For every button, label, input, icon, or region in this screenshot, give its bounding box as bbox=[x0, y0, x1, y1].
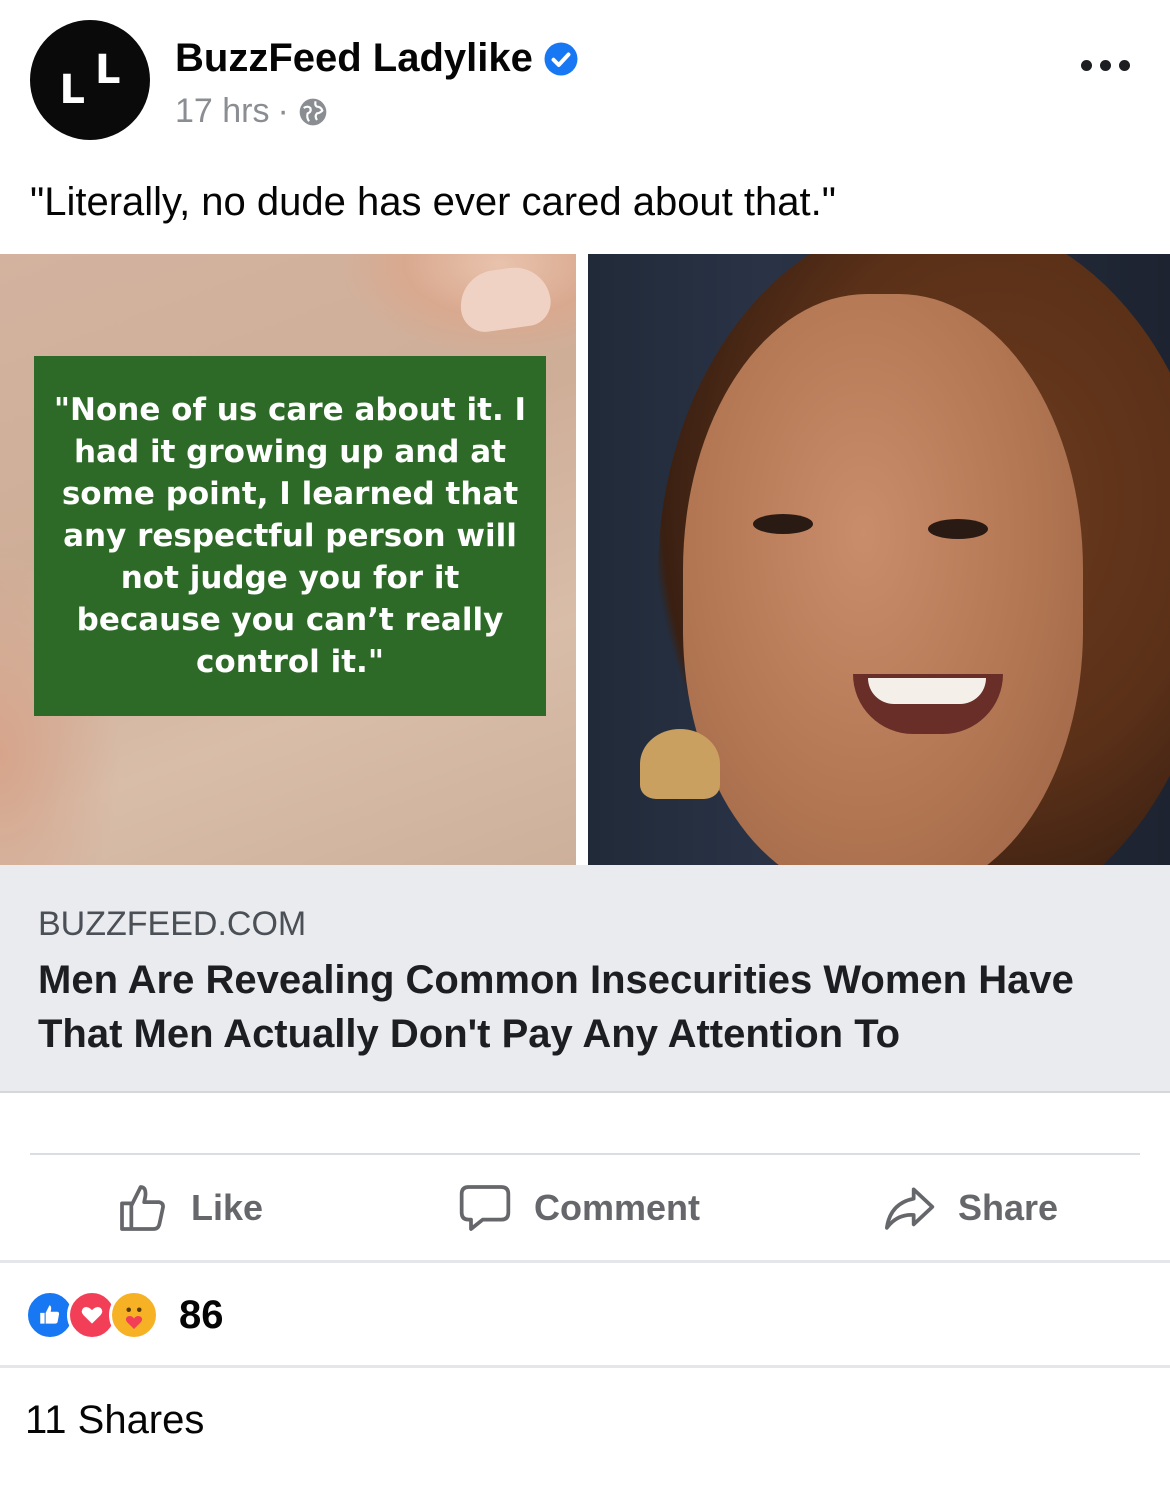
link-domain: BUZZFEED.COM bbox=[38, 905, 307, 943]
face bbox=[683, 294, 1083, 865]
more-options-icon[interactable] bbox=[1081, 60, 1130, 71]
earring bbox=[640, 729, 720, 799]
eye bbox=[753, 514, 813, 534]
comment-bubble-icon bbox=[459, 1185, 511, 1231]
share-label: Share bbox=[958, 1187, 1059, 1228]
quote-text: "None of us care about it. I had it grow… bbox=[53, 392, 527, 680]
image-divider bbox=[576, 254, 588, 865]
comment-button[interactable]: Comment bbox=[456, 1180, 700, 1236]
dot bbox=[1119, 60, 1130, 71]
care-reaction-icon bbox=[109, 1290, 159, 1340]
divider bbox=[0, 1260, 1170, 1263]
post-meta: 17 hrs · bbox=[175, 92, 329, 131]
eye bbox=[928, 519, 988, 539]
page-avatar[interactable]: L L bbox=[30, 20, 150, 140]
post-time[interactable]: 17 hrs bbox=[175, 92, 270, 131]
comment-label: Comment bbox=[534, 1187, 701, 1228]
dot bbox=[1100, 60, 1111, 71]
reaction-count: 86 bbox=[179, 1292, 224, 1337]
page-name-row: BuzzFeed Ladylike bbox=[175, 36, 579, 81]
globe-icon bbox=[299, 98, 327, 125]
teeth bbox=[868, 678, 986, 704]
dot bbox=[1081, 60, 1092, 71]
page-name[interactable]: BuzzFeed Ladylike bbox=[175, 36, 533, 81]
avatar-letter: L bbox=[59, 67, 86, 113]
woman-portrait bbox=[588, 254, 1170, 865]
post-caption: "Literally, no dude has ever cared about… bbox=[30, 180, 836, 224]
share-button[interactable]: Share bbox=[880, 1180, 1058, 1236]
divider bbox=[0, 1365, 1170, 1368]
verified-badge-icon bbox=[544, 42, 578, 75]
quote-overlay: "None of us care about it. I had it grow… bbox=[34, 356, 546, 716]
fingernail bbox=[456, 263, 554, 335]
link-title: Men Are Revealing Common Insecurities Wo… bbox=[38, 958, 1074, 1056]
like-button[interactable]: Like bbox=[115, 1180, 263, 1236]
thumbs-up-icon bbox=[120, 1185, 165, 1231]
avatar-letter: L bbox=[95, 47, 121, 93]
like-label: Like bbox=[191, 1187, 264, 1228]
skin-photo: "None of us care about it. I had it grow… bbox=[0, 254, 576, 865]
shares-count[interactable]: 11 Shares bbox=[25, 1398, 204, 1443]
share-arrow-icon bbox=[884, 1187, 935, 1230]
reactions-summary[interactable]: 86 bbox=[25, 1290, 224, 1340]
meta-separator: · bbox=[277, 92, 289, 130]
divider bbox=[30, 1153, 1140, 1155]
post-image[interactable]: "None of us care about it. I had it grow… bbox=[0, 254, 1170, 865]
link-preview[interactable]: BUZZFEED.COM Men Are Revealing Common In… bbox=[0, 865, 1170, 1093]
